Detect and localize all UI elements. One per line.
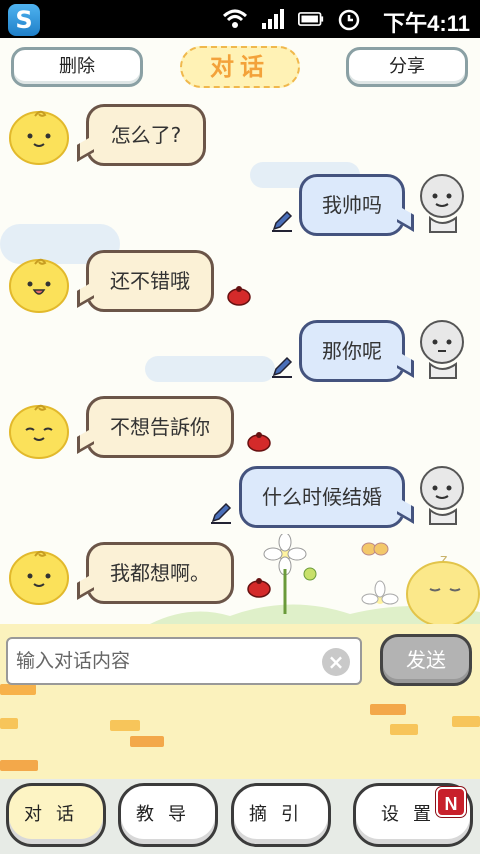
message-bubble-right: 那你呢 [299, 320, 405, 382]
flower-garden-decoration: z [150, 534, 480, 624]
notification-badge[interactable]: N [436, 787, 466, 817]
app-notification-icon: S [8, 4, 40, 36]
status-bar: S 下午4:11 [0, 0, 480, 38]
message-bubble-right: 我帅吗 [299, 174, 405, 236]
gray-figure-avatar [420, 466, 464, 525]
yellow-bun-avatar [9, 550, 69, 605]
ladybug-icon [227, 286, 251, 306]
brick-decoration [110, 720, 140, 731]
clear-input-icon[interactable]: × [322, 648, 350, 676]
brick-decoration [370, 704, 406, 715]
delete-button[interactable]: 删除 [11, 47, 143, 87]
brick-decoration [0, 718, 18, 729]
alarm-clock-icon [336, 6, 362, 32]
edit-pen-icon[interactable] [210, 502, 232, 524]
message-bubble-right: 什么时候结婚 [239, 466, 405, 528]
message-bubble-left: 怎么了? [86, 104, 206, 166]
message-input-box[interactable]: × [6, 637, 362, 685]
top-bar: 删除 对话 分享 [0, 38, 480, 94]
share-button[interactable]: 分享 [346, 47, 468, 87]
brick-decoration [0, 760, 38, 771]
cloud-decoration [145, 356, 275, 382]
battery-icon [298, 6, 324, 32]
input-area: × 发送 [0, 624, 480, 779]
message-input[interactable] [8, 639, 308, 683]
yellow-bun-avatar [9, 110, 69, 165]
brick-decoration [390, 724, 418, 735]
gray-figure-avatar [420, 174, 464, 233]
edit-pen-icon[interactable] [271, 356, 293, 378]
tab-dialog[interactable]: 对话 [6, 783, 106, 847]
gray-figure-avatar [420, 320, 464, 379]
brick-decoration [130, 736, 164, 747]
send-button[interactable]: 发送 [380, 634, 472, 686]
tab-quotes[interactable]: 摘引 [231, 783, 331, 847]
yellow-bun-avatar [9, 404, 69, 459]
ladybug-icon [247, 432, 271, 452]
yellow-bun-avatar [9, 258, 69, 313]
brick-decoration [452, 716, 480, 727]
message-bubble-left: 不想告訴你 [86, 396, 234, 458]
chat-area[interactable]: 怎么了? 我帅吗 还不错哦 那你呢 不想告訴你 什么时候结婚 我都想啊。 z [0, 94, 480, 624]
bottom-tab-bar: 对话 教导 摘引 设置 [0, 779, 480, 854]
page-title: 对话 [180, 46, 300, 88]
edit-pen-icon[interactable] [271, 210, 293, 232]
clock-time: 下午4:11 [383, 11, 470, 36]
message-bubble-left: 还不错哦 [86, 250, 214, 312]
signal-icon [260, 6, 286, 32]
brick-decoration [0, 684, 36, 695]
wifi-icon [222, 6, 248, 32]
tab-teach[interactable]: 教导 [118, 783, 218, 847]
